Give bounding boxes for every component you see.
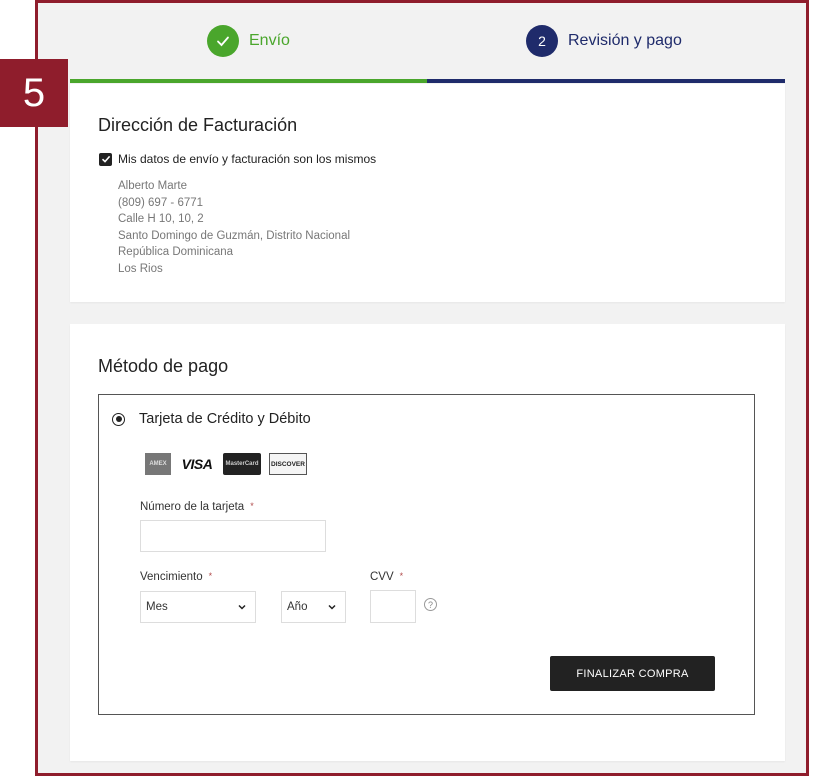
checkout-stepper: Envío 2 Revisión y pago — [70, 8, 785, 83]
payment-title: Método de pago — [98, 356, 229, 376]
amex-logo-icon: AMEX — [145, 453, 171, 475]
progress-complete-bar — [70, 79, 427, 83]
step-number-badge: 5 — [0, 59, 68, 127]
same-as-shipping-label: Mis datos de envío y facturación son los… — [118, 152, 377, 166]
step-2-number: 2 — [526, 25, 558, 57]
discover-logo-icon: DISCOVER — [269, 453, 307, 475]
same-as-shipping-checkbox-row[interactable]: Mis datos de envío y facturación son los… — [99, 152, 376, 166]
cvv-label: CVV * — [370, 571, 404, 583]
progress-current-bar — [427, 79, 785, 83]
expiry-month-select[interactable]: Mes — [140, 591, 256, 623]
address-sector: Los Rios — [118, 262, 163, 275]
expiry-month-value: Mes — [146, 601, 168, 613]
help-question-icon[interactable]: ? — [424, 598, 437, 611]
payment-method-card: Método de pago Tarjeta de Crédito y Débi… — [70, 324, 785, 761]
card-number-input[interactable] — [140, 520, 326, 552]
chevron-down-icon — [328, 604, 336, 610]
mastercard-logo-icon: MasterCard — [223, 453, 261, 475]
same-as-shipping-checkbox[interactable] — [99, 152, 112, 166]
card-logos: AMEX VISA MasterCard DISCOVER — [145, 453, 307, 475]
credit-card-radio[interactable] — [112, 412, 125, 426]
expiry-label: Vencimiento * — [140, 571, 213, 583]
cvv-input[interactable] — [370, 590, 416, 623]
credit-card-option-label: Tarjeta de Crédito y Débito — [139, 411, 311, 427]
chevron-down-icon — [238, 604, 246, 610]
credit-card-option[interactable]: Tarjeta de Crédito y Débito — [112, 411, 311, 427]
address-city: Santo Domingo de Guzmán, Distrito Nacion… — [118, 229, 351, 242]
step-revision-pago[interactable]: 2 Revisión y pago — [526, 25, 682, 57]
checkmark-icon — [101, 155, 110, 163]
billing-address-block: Alberto Marte (809) 697 - 6771 Calle H 1… — [118, 178, 350, 277]
credit-card-method-box: Tarjeta de Crédito y Débito AMEX VISA Ma… — [98, 394, 755, 715]
billing-title: Dirección de Facturación — [98, 115, 298, 135]
address-street: Calle H 10, 10, 2 — [118, 213, 204, 225]
step-envio[interactable]: Envío — [207, 25, 290, 57]
check-icon — [207, 25, 239, 57]
address-name: Alberto Marte — [118, 180, 188, 192]
expiry-year-value: Año — [287, 601, 308, 613]
expiry-year-select[interactable]: Año — [281, 591, 346, 623]
card-number-label: Número de la tarjeta * — [140, 501, 254, 513]
step-envio-label: Envío — [249, 32, 290, 49]
billing-address-card: Dirección de Facturación Mis datos de en… — [70, 84, 785, 302]
address-phone: (809) 697 - 6771 — [118, 196, 204, 209]
step-revision-label: Revisión y pago — [568, 32, 682, 49]
address-country: República Dominicana — [118, 246, 234, 258]
visa-logo-icon: VISA — [181, 456, 213, 472]
finalize-purchase-button[interactable]: FINALIZAR COMPRA — [550, 656, 715, 691]
